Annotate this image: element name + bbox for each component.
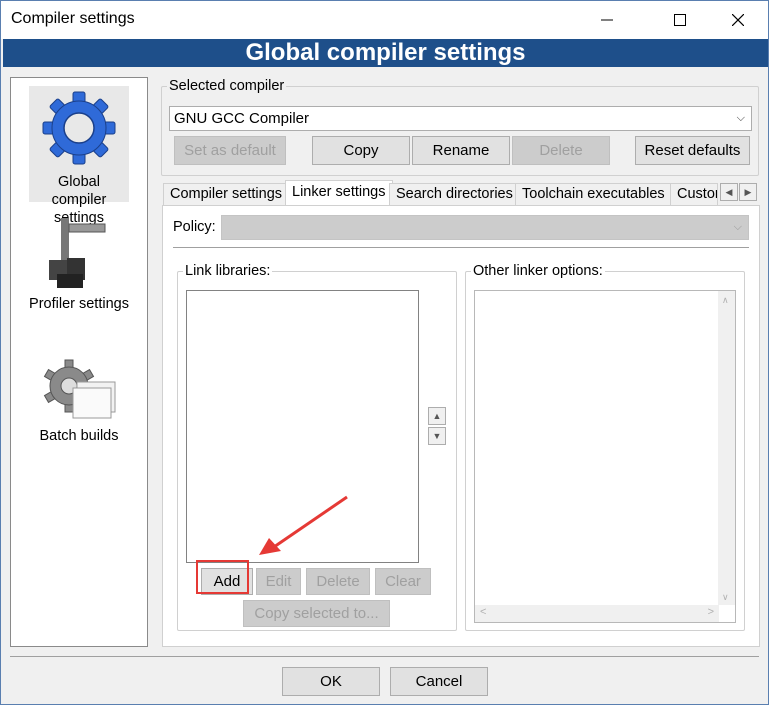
vertical-scrollbar[interactable]: ∧ ∨ xyxy=(718,291,735,605)
close-icon xyxy=(732,14,744,26)
link-libraries-label: Link libraries: xyxy=(183,263,273,279)
arrow-up-icon: ∧ xyxy=(722,295,729,305)
copy-selected-to-button[interactable]: Copy selected to... xyxy=(243,600,390,627)
delete-compiler-button[interactable]: Delete xyxy=(512,136,610,165)
move-up-button[interactable]: ▲ xyxy=(428,407,446,425)
tab-scroll-left-button[interactable]: ◀ xyxy=(720,183,738,201)
arrow-right-icon: ▶ xyxy=(744,186,752,197)
sidebar-item-profiler[interactable]: Profiler settings xyxy=(29,214,129,320)
policy-label: Policy: xyxy=(173,219,216,235)
caliper-icon xyxy=(49,218,106,288)
window-title: Compiler settings xyxy=(11,10,135,27)
other-linker-options-label: Other linker options: xyxy=(471,263,605,279)
maximize-button[interactable] xyxy=(657,1,703,39)
arrow-up-icon: ▲ xyxy=(432,411,442,421)
set-as-default-button[interactable]: Set as default xyxy=(174,136,286,165)
move-down-button[interactable]: ▼ xyxy=(428,427,446,445)
copy-button[interactable]: Copy xyxy=(312,136,410,165)
gear-icon xyxy=(42,91,116,165)
compiler-settings-window: Compiler settings Global compiler settin… xyxy=(0,0,769,705)
chevron-down-icon: ⌵ xyxy=(733,221,742,233)
compiler-select[interactable]: GNU GCC Compiler ⌵ xyxy=(169,106,752,131)
cancel-button[interactable]: Cancel xyxy=(390,667,488,696)
reset-defaults-button[interactable]: Reset defaults xyxy=(635,136,750,165)
tab-toolchain-executables[interactable]: Toolchain executables xyxy=(515,183,672,205)
banner-title: Global compiler settings xyxy=(3,39,768,67)
ok-button[interactable]: OK xyxy=(282,667,380,696)
sidebar-item-global-compiler[interactable]: Global compiler settings xyxy=(29,86,129,226)
rename-button[interactable]: Rename xyxy=(412,136,510,165)
sidebar-item-label: Batch builds xyxy=(39,428,119,444)
other-linker-options-textarea[interactable]: ∧ ∨ < > xyxy=(474,290,736,623)
arrow-right-icon: > xyxy=(707,606,714,618)
sidebar-item-batch-builds[interactable]: Batch builds xyxy=(29,356,129,456)
arrow-left-icon: < xyxy=(480,606,487,618)
clear-libraries-button[interactable]: Clear xyxy=(375,568,431,595)
tab-compiler-settings[interactable]: Compiler settings xyxy=(163,183,290,205)
title-bar: Compiler settings xyxy=(1,1,768,39)
annotation-arrow-icon xyxy=(259,495,348,555)
close-button[interactable] xyxy=(715,1,761,39)
footer-divider xyxy=(10,656,759,657)
tab-search-directories[interactable]: Search directories xyxy=(389,183,520,205)
edit-library-button[interactable]: Edit xyxy=(256,568,301,595)
chevron-down-icon: ⌵ xyxy=(736,112,745,124)
gear-pages-icon xyxy=(43,359,116,419)
tab-custom[interactable]: Custor xyxy=(670,183,718,205)
minimize-button[interactable] xyxy=(584,1,630,39)
annotation-highlight-box xyxy=(196,560,249,594)
arrow-down-icon: ▼ xyxy=(432,431,442,441)
minimize-icon xyxy=(601,19,613,21)
maximize-icon xyxy=(674,14,686,26)
tab-linker-settings[interactable]: Linker settings xyxy=(285,180,393,206)
horizontal-scrollbar[interactable]: < > xyxy=(475,605,719,622)
tab-scroll-right-button[interactable]: ▶ xyxy=(739,183,757,201)
compiler-select-value: GNU GCC Compiler xyxy=(174,110,310,127)
policy-select[interactable]: ⌵ xyxy=(221,215,749,240)
arrow-down-icon: ∨ xyxy=(722,592,729,602)
selected-compiler-label: Selected compiler xyxy=(167,78,287,94)
arrow-left-icon: ◀ xyxy=(725,186,733,197)
delete-library-button[interactable]: Delete xyxy=(306,568,370,595)
settings-sidebar: Global compiler settings Profiler settin… xyxy=(10,77,148,647)
sidebar-item-label: Profiler settings xyxy=(29,296,129,312)
divider xyxy=(173,247,749,248)
